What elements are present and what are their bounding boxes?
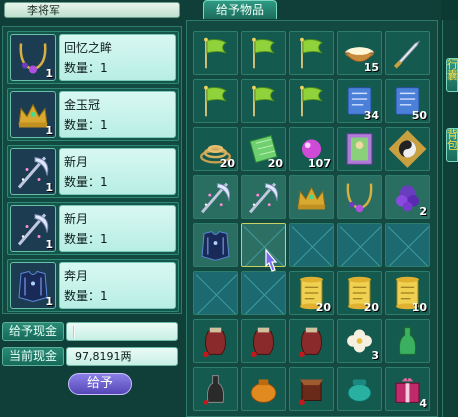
item-name: 金玉冠 — [64, 98, 101, 112]
inventory-slot[interactable] — [241, 175, 286, 219]
item-info: 新月数量：1 — [59, 205, 176, 252]
armor-icon: 1 — [10, 262, 56, 309]
slot-quantity: 15 — [363, 61, 379, 74]
inventory-slot[interactable] — [337, 175, 382, 219]
selected-items-list: 1 回忆之眸 数量：1 1 金玉冠 数量：1 1 新月 数量：1 1 新月 数量：1 1 奔月 数量：1 — [2, 26, 182, 314]
slot-quantity: 2 — [419, 205, 427, 218]
inventory-slot[interactable]: 20 — [193, 127, 238, 171]
recipient-name: 李将军 — [27, 4, 60, 17]
inventory-slot[interactable] — [241, 31, 286, 75]
slot-quantity: 20 — [315, 301, 331, 314]
inventory-slot[interactable] — [193, 319, 238, 363]
give-items-window: 李将军 1 回忆之眸 数量：1 1 金玉冠 数量：1 1 新月 数量：1 1 新月 数量：1 1 奔月 数量… — [0, 0, 458, 417]
slot-quantity: 34 — [363, 109, 379, 122]
inventory-slot[interactable] — [385, 319, 430, 363]
inventory-slot[interactable] — [289, 319, 334, 363]
inventory-slot[interactable] — [193, 223, 238, 267]
slot-quantity: 50 — [411, 109, 427, 122]
empty-slot[interactable] — [289, 223, 334, 267]
text-caret — [73, 326, 75, 338]
item-name: 新月 — [64, 155, 89, 169]
inventory-slot[interactable] — [193, 175, 238, 219]
item-quantity: 1 — [45, 124, 53, 137]
give-cash-label: 给予现金 — [2, 322, 64, 341]
inventory-slot[interactable]: 20 — [241, 127, 286, 171]
item-name: 奔月 — [64, 269, 89, 283]
inventory-slot[interactable]: 107 — [289, 127, 334, 171]
selected-item-row[interactable]: 1 金玉冠数量：1 — [7, 88, 179, 141]
slot-quantity: 20 — [267, 157, 283, 170]
side-tab-backpack[interactable]: 背包 — [446, 128, 458, 162]
current-cash-value: 97,8191两 — [66, 347, 178, 366]
inventory-slot[interactable] — [193, 31, 238, 75]
inventory-slot[interactable]: 20 — [289, 271, 334, 315]
inventory-slot[interactable] — [193, 79, 238, 123]
item-count: 数量：1 — [64, 118, 108, 132]
empty-slot[interactable] — [193, 271, 238, 315]
inventory-slot[interactable] — [241, 79, 286, 123]
item-info: 金玉冠数量：1 — [59, 91, 176, 138]
selected-item-row[interactable]: 1 回忆之眸数量：1 — [7, 31, 179, 84]
item-count: 数量：1 — [64, 232, 108, 246]
inventory-slot[interactable] — [289, 79, 334, 123]
item-quantity: 1 — [45, 238, 53, 251]
inventory-slot[interactable] — [385, 127, 430, 171]
slot-quantity: 20 — [363, 301, 379, 314]
inventory-slot[interactable] — [385, 31, 430, 75]
item-info: 新月数量：1 — [59, 148, 176, 195]
tab-give-items[interactable]: 给予物品 — [203, 0, 277, 19]
mouse-pointer-icon — [265, 248, 278, 272]
inventory-slot[interactable]: 10 — [385, 271, 430, 315]
inventory-slot[interactable]: 4 — [385, 367, 430, 411]
slot-quantity: 4 — [419, 397, 427, 410]
crescent-blade-icon: 1 — [10, 205, 56, 252]
inventory-slot[interactable] — [289, 175, 334, 219]
inventory-slot[interactable] — [337, 127, 382, 171]
slot-quantity: 20 — [219, 157, 235, 170]
inventory-slot[interactable] — [289, 31, 334, 75]
selected-item-row[interactable]: 1 新月数量：1 — [7, 202, 179, 255]
inventory-slot[interactable]: 20 — [337, 271, 382, 315]
current-cash-label: 当前现金 — [2, 347, 64, 366]
necklace-icon: 1 — [10, 34, 56, 81]
inventory-slot[interactable] — [289, 367, 334, 411]
empty-slot[interactable] — [385, 223, 430, 267]
item-count: 数量：1 — [64, 175, 108, 189]
item-info: 回忆之眸数量：1 — [59, 34, 176, 81]
selected-item-row[interactable]: 1 奔月数量：1 — [7, 259, 179, 312]
item-info: 奔月数量：1 — [59, 262, 176, 309]
slot-quantity: 3 — [371, 349, 379, 362]
current-cash-row: 当前现金 97,8191两 — [2, 347, 178, 366]
item-quantity: 1 — [45, 181, 53, 194]
inventory-slot[interactable]: 34 — [337, 79, 382, 123]
crown-icon: 1 — [10, 91, 56, 138]
recipient-name-bar: 李将军 — [4, 2, 180, 18]
slot-quantity: 10 — [411, 301, 427, 314]
inventory-slot[interactable]: 2 — [385, 175, 430, 219]
inventory-slot[interactable] — [241, 319, 286, 363]
item-quantity: 1 — [45, 295, 53, 308]
item-name: 回忆之眸 — [64, 41, 113, 55]
empty-slot[interactable] — [337, 223, 382, 267]
inventory-grid: 15 34 50 20 20 107 2 20 20 10 3 4 — [186, 20, 438, 417]
give-cash-input[interactable] — [66, 322, 178, 341]
give-button[interactable]: 给予 — [68, 373, 132, 395]
inventory-slot[interactable] — [193, 367, 238, 411]
empty-slot[interactable] — [241, 271, 286, 315]
item-quantity: 1 — [45, 67, 53, 80]
item-count: 数量：1 — [64, 61, 108, 75]
inventory-slot[interactable]: 50 — [385, 79, 430, 123]
inventory-slot[interactable]: 3 — [337, 319, 382, 363]
item-name: 新月 — [64, 212, 89, 226]
crescent-blade-icon: 1 — [10, 148, 56, 195]
inventory-slot[interactable] — [337, 367, 382, 411]
inventory-slot[interactable] — [241, 367, 286, 411]
item-count: 数量：1 — [64, 289, 108, 303]
give-cash-row: 给予现金 — [2, 322, 178, 341]
selected-item-row[interactable]: 1 新月数量：1 — [7, 145, 179, 198]
slot-quantity: 107 — [308, 157, 331, 170]
inventory-slot[interactable]: 15 — [337, 31, 382, 75]
side-tab-bag[interactable]: 行囊 — [446, 58, 458, 92]
